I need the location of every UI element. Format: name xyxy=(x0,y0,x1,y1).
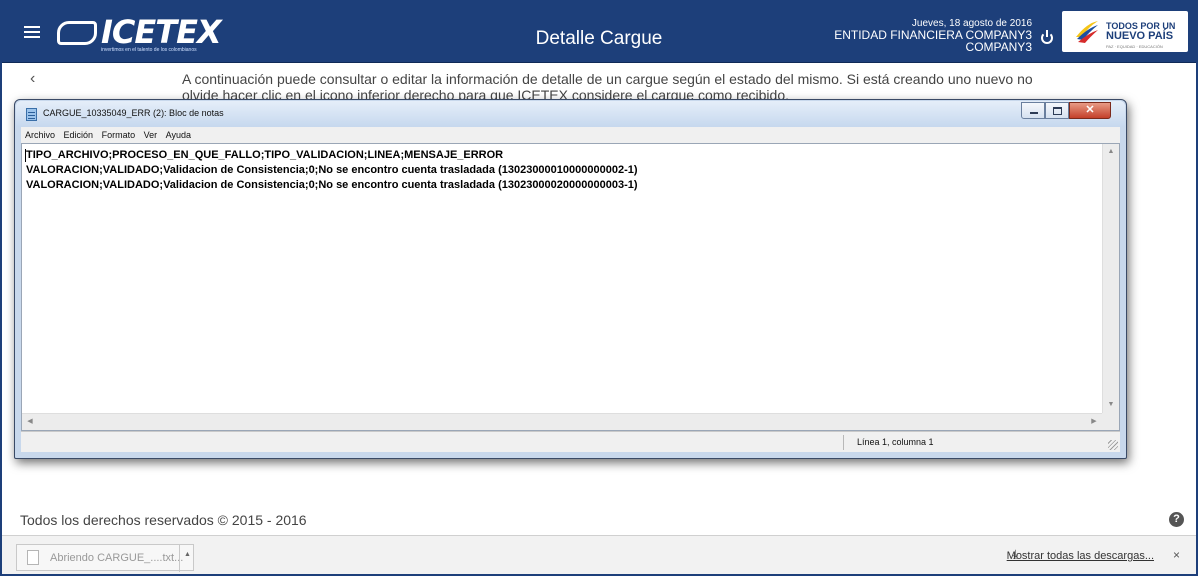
notepad-window: CARGUE_10335049_ERR (2): Bloc de notas ✕… xyxy=(14,99,1127,459)
file-icon xyxy=(27,550,39,565)
menu-archivo[interactable]: Archivo xyxy=(25,127,55,143)
scroll-down-arrow-icon[interactable]: ▼ xyxy=(1103,397,1119,413)
gov-logo-line2: NUEVO PAÍS xyxy=(1106,30,1174,42)
back-chevron-icon[interactable]: ‹ xyxy=(30,70,35,88)
notepad-statusbar: Línea 1, columna 1 xyxy=(21,431,1120,452)
menu-formato[interactable]: Formato xyxy=(102,127,136,143)
notepad-titlebar[interactable]: CARGUE_10335049_ERR (2): Bloc de notas ✕ xyxy=(16,101,1125,127)
text-line: TIPO_ARCHIVO;PROCESO_EN_QUE_FALLO;TIPO_V… xyxy=(26,149,504,161)
download-bar: Abriendo CARGUE_....txt... ▲ ⤓ Mostrar t… xyxy=(0,535,1198,576)
gov-flag-swoosh-icon xyxy=(1076,21,1098,43)
status-separator xyxy=(843,435,844,450)
scroll-corner xyxy=(1102,413,1119,430)
company-name: COMPANY3 xyxy=(965,40,1032,54)
show-all-downloads-link[interactable]: Mostrar todas las descargas... xyxy=(1007,550,1154,562)
scroll-left-arrow-icon[interactable]: ◀ xyxy=(22,414,38,430)
minimize-icon xyxy=(1030,112,1038,114)
gov-logo: TODOS POR UN NUEVO PAÍS PAZ · EQUIDAD · … xyxy=(1062,11,1188,52)
vertical-scrollbar[interactable]: ▲ ▼ xyxy=(1102,144,1119,413)
resize-grip-icon[interactable] xyxy=(1108,440,1118,450)
text-line: VALORACION;VALIDADO;Validacion de Consis… xyxy=(26,164,638,176)
download-item-name: Abriendo CARGUE_....txt... xyxy=(50,552,184,564)
close-icon: ✕ xyxy=(1085,104,1095,116)
user-info: Jueves, 18 agosto de 2016 ENTIDAD FINANC… xyxy=(772,18,1032,53)
cursor-position: Línea 1, columna 1 xyxy=(857,437,934,447)
scroll-up-arrow-icon[interactable]: ▲ xyxy=(1103,144,1119,160)
maximize-button[interactable] xyxy=(1045,102,1069,119)
help-icon[interactable]: ? xyxy=(1169,512,1184,527)
notepad-menubar: Archivo Edición Formato Ver Ayuda xyxy=(21,127,1120,143)
text-line: VALORACION;VALIDADO;Validacion de Consis… xyxy=(26,179,638,191)
download-item[interactable]: Abriendo CARGUE_....txt... ▲ xyxy=(16,544,195,572)
minimize-button[interactable] xyxy=(1021,102,1045,119)
menu-ver[interactable]: Ver xyxy=(144,127,158,143)
gov-logo-line3: PAZ · EQUIDAD · EDUCACIÓN xyxy=(1106,44,1163,49)
download-options-chevron-icon[interactable]: ▲ xyxy=(179,545,195,572)
app-header: ICETEX invertimos en el talento de los c… xyxy=(0,0,1198,63)
logout-power-icon[interactable] xyxy=(1041,30,1053,44)
notepad-app-icon[interactable] xyxy=(26,108,37,121)
menu-edicion[interactable]: Edición xyxy=(64,127,94,143)
maximize-icon xyxy=(1053,107,1062,115)
close-download-bar-icon[interactable]: × xyxy=(1173,548,1180,562)
notepad-text-area[interactable]: TIPO_ARCHIVO;PROCESO_EN_QUE_FALLO;TIPO_V… xyxy=(21,143,1120,431)
intro-text: A continuación puede consultar o editar … xyxy=(182,71,1033,101)
close-button[interactable]: ✕ xyxy=(1069,102,1111,119)
notepad-title: CARGUE_10335049_ERR (2): Bloc de notas xyxy=(43,108,224,118)
menu-ayuda[interactable]: Ayuda xyxy=(166,127,191,143)
copyright-text: Todos los derechos reservados © 2015 - 2… xyxy=(20,512,307,528)
horizontal-scrollbar[interactable]: ◀ ▶ xyxy=(22,413,1102,430)
scroll-right-arrow-icon[interactable]: ▶ xyxy=(1086,414,1102,430)
notepad-content[interactable]: TIPO_ARCHIVO;PROCESO_EN_QUE_FALLO;TIPO_V… xyxy=(26,148,1101,193)
